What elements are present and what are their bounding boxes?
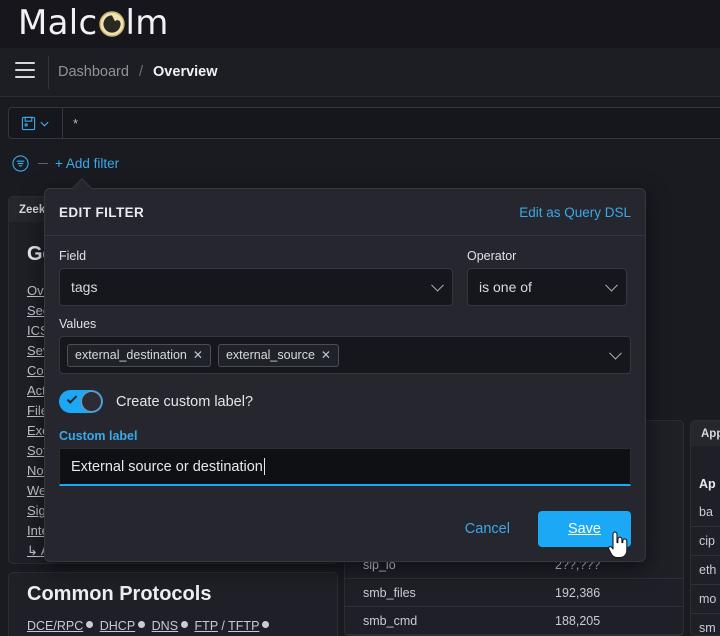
query-bar: * <box>0 98 720 147</box>
protocol-link-tftp[interactable]: TFTP <box>228 619 259 633</box>
panel-tab-label: Zeek <box>19 203 46 216</box>
panel-heading-common-protocols: Common Protocols <box>27 583 212 605</box>
cancel-button[interactable]: Cancel <box>451 513 524 545</box>
table-column-header: Ap <box>699 476 716 491</box>
value-pill-label: external_destination <box>75 348 187 362</box>
operator-select-value: is one of <box>479 279 532 295</box>
custom-label-label: Custom label <box>59 429 138 443</box>
chevron-down-icon <box>431 278 444 292</box>
operator-select[interactable]: is one of <box>467 268 627 306</box>
value-pill[interactable]: external_source ✕ <box>217 343 339 367</box>
protocol-link-ftp[interactable]: FTP <box>195 619 218 633</box>
brand-name-suffix: lm <box>125 3 169 43</box>
hamburger-menu-icon[interactable] <box>15 62 35 82</box>
breadcrumb-item-overview[interactable]: Overview <box>153 64 218 80</box>
edit-filter-popover: EDIT FILTER Edit as Query DSL Field tags… <box>44 178 646 562</box>
operator-label: Operator <box>467 249 517 263</box>
table-cell-name: cip <box>699 534 715 548</box>
table-cell-name: mo <box>699 592 717 606</box>
custom-label-value: External source or destination <box>71 458 263 475</box>
table-cell-name: ba <box>699 505 713 519</box>
app-root: Zeek Ge Ove Sec ICS Sev Cor Act File Exe… <box>0 0 720 636</box>
divider <box>38 163 48 164</box>
field-select-value: tags <box>71 279 98 295</box>
create-custom-label-text: Create custom label? <box>116 393 254 410</box>
filter-funnel-icon[interactable] <box>12 155 29 177</box>
panel-tab-applications[interactable]: Appl <box>690 420 720 446</box>
save-floppy-icon <box>21 116 36 131</box>
custom-label-group: Custom label External source or destinat… <box>59 429 631 486</box>
custom-label-input[interactable]: External source or destination <box>59 448 631 486</box>
popover-title: EDIT FILTER <box>59 204 145 220</box>
applications-panel: Appl Ap ba cip eth mo sm <box>690 420 720 636</box>
check-icon <box>66 393 78 404</box>
create-custom-label-toggle[interactable] <box>59 390 103 413</box>
breadcrumb-item-dashboard[interactable]: Dashboard <box>58 64 129 80</box>
protocol-link-row: DCE/RPC DHCP DNS FTP / TFTP <box>27 619 272 633</box>
table-row[interactable]: sm <box>691 614 720 636</box>
table-cell-name: smb_cmd <box>363 613 418 628</box>
popover-body: Field tags Operator is one of Values ext… <box>45 236 645 486</box>
table-cell-name: sm <box>699 621 716 635</box>
edit-as-query-dsl-link[interactable]: Edit as Query DSL <box>519 205 631 220</box>
chevron-down-icon <box>605 278 618 292</box>
table-cell-name: eth <box>699 563 717 577</box>
table-cell-count: 188,205 <box>555 613 601 628</box>
breadcrumb-bar: Dashboard / Overview <box>0 48 720 97</box>
values-combobox[interactable]: external_destination ✕ external_source ✕ <box>59 336 631 374</box>
table-row[interactable]: mo <box>691 585 720 614</box>
brand-name-prefix: Malc <box>18 3 98 43</box>
table-row[interactable]: cip <box>691 527 720 556</box>
status-dot <box>138 621 146 628</box>
save-button[interactable]: Save <box>537 511 631 547</box>
popover-footer: Cancel Save <box>451 511 631 547</box>
field-operator-row: Field tags Operator is one of <box>59 249 631 306</box>
breadcrumb-separator: / <box>138 64 143 80</box>
divider <box>48 56 49 89</box>
close-x-icon[interactable]: ✕ <box>321 349 331 361</box>
malcolm-logo-icon <box>98 11 125 37</box>
chevron-down-icon <box>39 118 50 129</box>
filter-bar: + Add filter <box>0 147 720 183</box>
toggle-knob <box>81 391 102 412</box>
operator-group: Operator is one of <box>467 249 627 306</box>
status-dot <box>86 621 94 628</box>
popover-header: EDIT FILTER Edit as Query DSL <box>45 189 645 236</box>
common-protocols-panel: Common Protocols DCE/RPC DHCP DNS FTP / … <box>8 572 338 636</box>
brand-logo[interactable]: Malc lm <box>18 3 169 43</box>
custom-label-toggle-row: Create custom label? <box>59 390 631 413</box>
field-group: Field tags <box>59 249 453 306</box>
panel-tab-label: Appl <box>701 427 720 440</box>
table-row[interactable]: smb_cmd 188,205 <box>345 607 683 635</box>
table-row[interactable]: ba <box>691 498 720 527</box>
values-label: Values <box>59 317 97 331</box>
table-row[interactable]: smb_files 192,386 <box>345 579 683 607</box>
table-cell-name: smb_files <box>363 585 416 600</box>
table-cell-count: 192,386 <box>555 585 601 600</box>
field-label: Field <box>59 249 87 263</box>
text-caret <box>263 458 265 475</box>
table-row[interactable]: eth <box>691 556 720 585</box>
protocol-link-dhcp[interactable]: DHCP <box>100 619 135 633</box>
status-dot <box>262 621 270 628</box>
chevron-down-icon <box>609 346 622 360</box>
protocol-link-dns[interactable]: DNS <box>152 619 178 633</box>
protocol-separator: / <box>221 619 225 633</box>
search-input[interactable]: * <box>63 108 720 138</box>
close-x-icon[interactable]: ✕ <box>193 349 203 361</box>
field-select[interactable]: tags <box>59 268 453 306</box>
values-group: Values external_destination ✕ external_s… <box>59 317 631 374</box>
value-pill[interactable]: external_destination ✕ <box>67 343 211 367</box>
query-input-group: * <box>8 107 720 139</box>
status-dot <box>181 621 189 628</box>
brand-bar: Malc lm <box>0 0 720 48</box>
saved-queries-button[interactable] <box>9 108 63 138</box>
table-header-row: Ap <box>691 469 720 498</box>
breadcrumb: Dashboard / Overview <box>58 62 218 82</box>
add-filter-button[interactable]: + Add filter <box>55 156 119 171</box>
protocol-link-dcerpc[interactable]: DCE/RPC <box>27 619 83 633</box>
protocol-counts-table: sip_io 2??,??? smb_files 192,386 smb_cmd… <box>345 551 683 635</box>
value-pill-label: external_source <box>225 348 315 362</box>
